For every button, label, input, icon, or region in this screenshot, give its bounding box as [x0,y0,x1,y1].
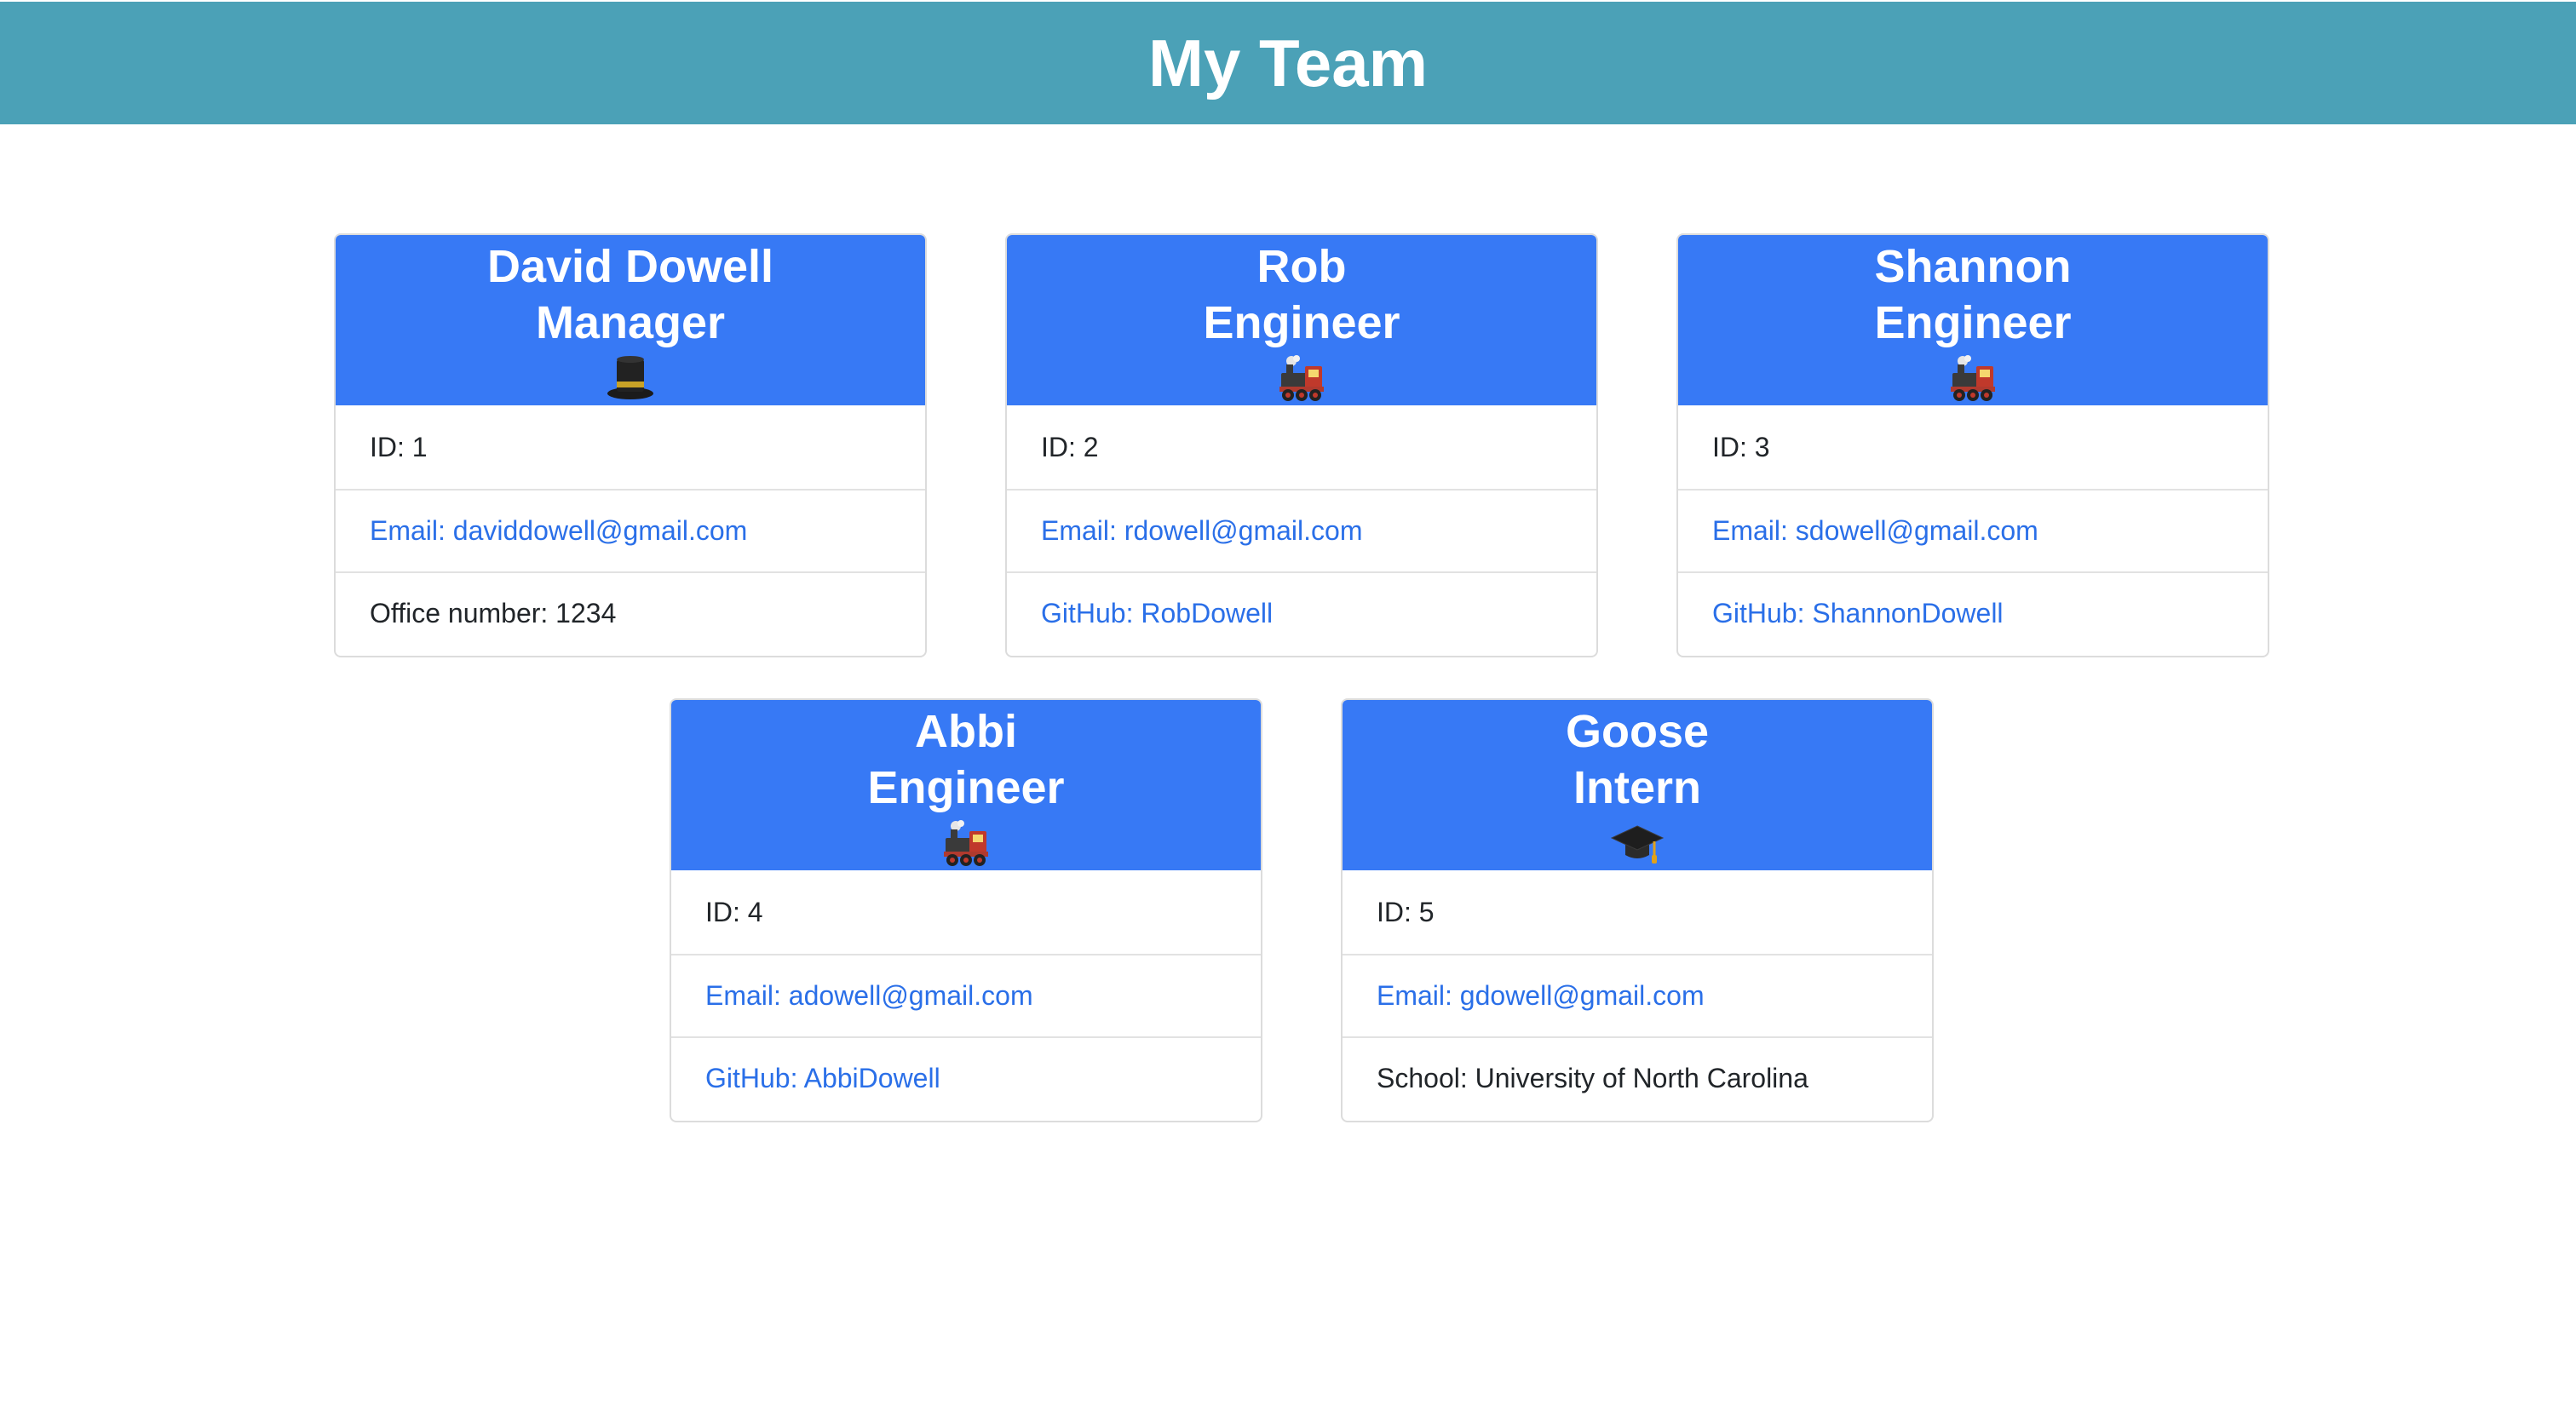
card-header: David Dowell Manager [336,235,925,405]
page-header: My Team [0,2,2576,124]
employee-name: Abbi [915,706,1017,757]
email-link[interactable]: Email: sdowell@gmail.com [1678,489,2268,571]
locomotive-icon [1678,354,2268,405]
top-hat-icon [336,354,925,405]
employee-role: Engineer [1203,297,1400,348]
employee-role: Engineer [1874,297,2072,348]
employee-name: Goose [1565,706,1710,757]
employee-id: ID: 2 [1041,431,1099,462]
locomotive-icon [671,819,1261,870]
employee-role: Manager [535,297,726,348]
locomotive-icon [1007,354,1596,405]
employee-id: ID: 3 [1712,431,1770,462]
employee-id: ID: 5 [1377,896,1435,927]
email-link[interactable]: Email: rdowell@gmail.com [1007,489,1596,571]
employee-name: David Dowell [486,241,774,292]
card-header: Abbi Engineer [671,700,1261,870]
employee-card: Shannon Engineer ID: 3 Email: sdowell@gm… [1676,233,2269,657]
github-link[interactable]: GitHub: AbbiDowell [671,1036,1261,1119]
employee-id: ID: 4 [705,896,763,927]
email-link[interactable]: Email: gdowell@gmail.com [1343,954,1932,1036]
employee-id: ID: 1 [370,431,428,462]
github-link[interactable]: GitHub: RobDowell [1007,571,1596,654]
card-header: Goose Intern [1343,700,1932,870]
employee-card: Rob Engineer ID: 2 Email: rdowell@gmail.… [1005,233,1598,657]
card-header: Rob Engineer [1007,235,1596,405]
employee-role: Engineer [867,762,1065,813]
employee-role: Intern [1573,762,1701,813]
github-link[interactable]: GitHub: ShannonDowell [1678,571,2268,654]
office-number: Office number: 1234 [336,571,925,654]
employee-card: David Dowell Manager ID: 1 Email: davidd… [334,233,927,657]
graduation-cap-icon [1343,819,1932,870]
employee-name: Shannon [1874,241,2072,292]
page-title: My Team [1148,26,1428,100]
email-link[interactable]: Email: adowell@gmail.com [671,954,1261,1036]
employee-card: Goose Intern ID: 5 Email: gdowell@gmail.… [1341,698,1934,1122]
school: School: University of North Carolina [1343,1036,1932,1119]
employee-name: Rob [1256,241,1347,292]
email-link[interactable]: Email: daviddowell@gmail.com [336,489,925,571]
card-header: Shannon Engineer [1678,235,2268,405]
employee-card: Abbi Engineer ID: 4 Email: adowell@gmail… [670,698,1262,1122]
